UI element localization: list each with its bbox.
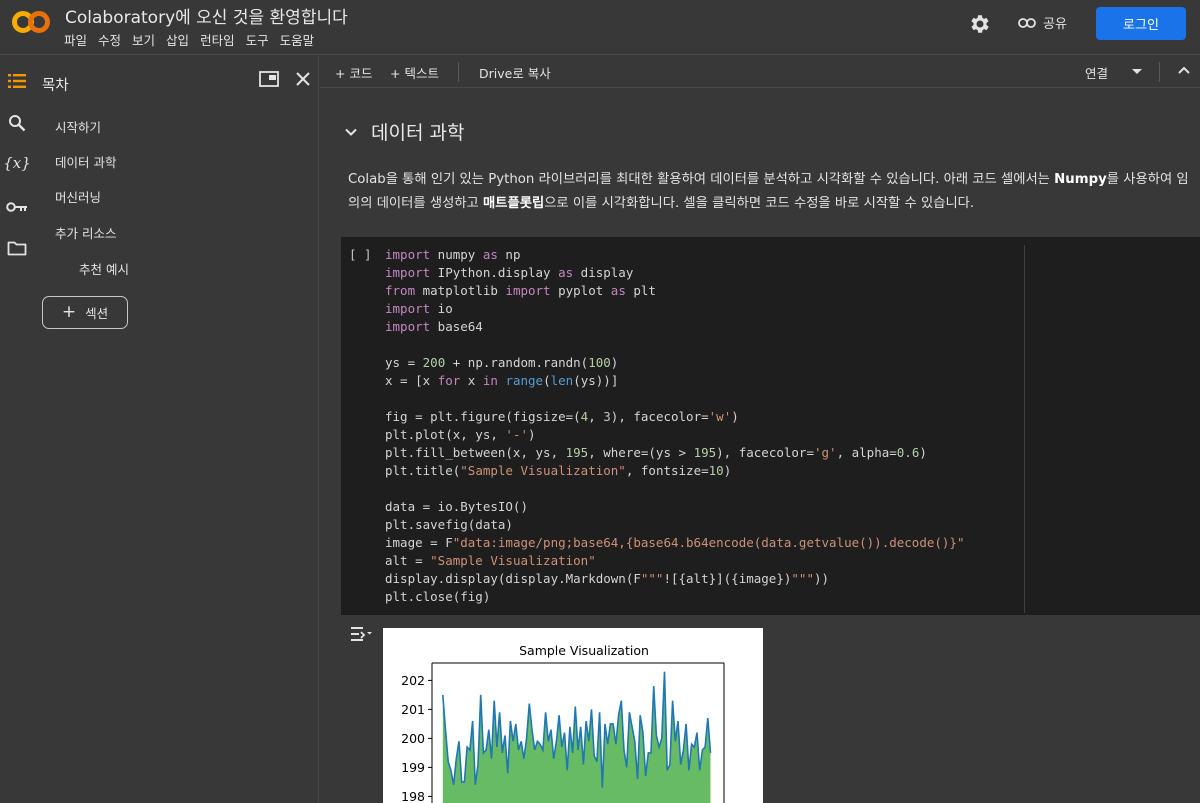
y-tick-label: 202 <box>401 673 425 688</box>
add-text-button[interactable]: + 텍스트 <box>390 63 439 82</box>
code-line: plt.close(fig) <box>385 589 491 604</box>
y-tick-label: 199 <box>401 760 425 775</box>
desc-text-3: 으로 이를 시각화합니다. 셀을 클릭하면 코드 수정을 바로 시작할 수 있습… <box>544 196 975 211</box>
colab-logo[interactable] <box>11 6 51 38</box>
code-line: plt.fill_between(x, ys, 195, where=(ys >… <box>385 445 927 460</box>
toolbar-divider-right <box>1159 62 1160 82</box>
add-section-button[interactable]: + 섹션 <box>42 296 128 329</box>
toolbar-divider <box>458 62 459 82</box>
toc-item-more-resources[interactable]: 추가 리소스 <box>55 223 116 242</box>
link-icon <box>1018 17 1036 28</box>
menu-view[interactable]: 보기 <box>132 30 160 49</box>
notebook-main: 데이터 과학 Colab을 통해 인기 있는 Python 라이브러리를 최대한… <box>320 89 1200 803</box>
code-line: plt.plot(x, ys, '-') <box>385 427 536 442</box>
share-label: 공유 <box>1043 17 1067 32</box>
chevron-down-icon[interactable] <box>1131 68 1143 76</box>
gear-icon[interactable] <box>968 12 992 36</box>
code-line: fig = plt.figure(figsize=(4, 3), facecol… <box>385 409 739 424</box>
left-rail: {x} <box>0 56 35 803</box>
sample-chart: Sample Visualization 202 201 200 199 198 <box>401 643 725 803</box>
toc-item-data-science[interactable]: 데이터 과학 <box>55 152 116 171</box>
code-line: import numpy as np <box>385 247 521 262</box>
code-line: x = [x for x in range(len(ys))] <box>385 373 619 388</box>
toc-icon[interactable] <box>6 70 28 92</box>
menu-bar: 파일 수정 보기 삽입 런타임 도구 도움말 <box>64 30 325 49</box>
code-line: alt = "Sample Visualization" <box>385 553 596 568</box>
top-bar: Colaboratory에 오신 것을 환영합니다 파일 수정 보기 삽입 런타… <box>0 0 1200 55</box>
menu-file[interactable]: 파일 <box>64 30 92 49</box>
code-line: import base64 <box>385 319 483 334</box>
code-line: ys = 200 + np.random.randn(100) <box>385 355 619 370</box>
search-icon[interactable] <box>6 112 28 134</box>
section-heading-text: 데이터 과학 <box>371 122 465 144</box>
variables-icon[interactable]: {x} <box>3 152 31 174</box>
notebook-title[interactable]: Colaboratory에 오신 것을 환영합니다 <box>65 3 348 28</box>
add-code-button[interactable]: + 코드 <box>335 63 372 82</box>
run-cell-button[interactable]: [ ] <box>349 247 372 262</box>
collapse-up-icon[interactable] <box>1178 66 1190 75</box>
chart-title: Sample Visualization <box>519 643 649 658</box>
key-icon[interactable] <box>6 196 28 218</box>
share-button[interactable]: 공유 <box>1018 13 1067 32</box>
toc-item-getting-started[interactable]: 시작하기 <box>55 117 101 136</box>
y-tick-label: 198 <box>401 789 425 803</box>
toc-item-featured-examples[interactable]: 추천 예시 <box>79 259 129 278</box>
menu-help[interactable]: 도움말 <box>280 30 320 49</box>
desc-bold-numpy: Numpy <box>1054 172 1107 187</box>
y-tick-label: 200 <box>401 731 425 746</box>
login-button[interactable]: 로그인 <box>1096 7 1186 40</box>
output-image: Sample Visualization 202 201 200 199 198 <box>383 628 763 803</box>
menu-edit[interactable]: 수정 <box>98 30 126 49</box>
toc-item-machine-learning[interactable]: 머신러닝 <box>55 187 101 206</box>
code-editor[interactable]: import numpy as np import IPython.display… <box>385 246 964 606</box>
open-in-tab-icon[interactable] <box>258 68 280 90</box>
menu-tools[interactable]: 도구 <box>246 30 274 49</box>
y-tick-label: 201 <box>401 702 425 717</box>
desc-text-1: Colab을 통해 인기 있는 Python 라이브러리를 최대한 활용하여 데… <box>348 172 1055 187</box>
toc-panel: 목차 시작하기 데이터 과학 머신러닝 추가 리소스 추천 예시 + 섹션 <box>35 56 319 803</box>
section-heading: 데이터 과학 <box>344 118 464 145</box>
cell-divider <box>1024 245 1025 613</box>
desc-bold-matplotlib: 매트플롯립 <box>483 196 545 211</box>
menu-insert[interactable]: 삽입 <box>166 30 194 49</box>
code-line: import io <box>385 301 453 316</box>
connect-button[interactable]: 연결 <box>1085 63 1108 82</box>
notebook-toolbar: + 코드 + 텍스트 Drive로 복사 연결 <box>320 56 1200 88</box>
code-line: data = io.BytesIO() <box>385 499 528 514</box>
output-menu-icon[interactable] <box>349 624 373 644</box>
code-line: plt.title("Sample Visualization", fontsi… <box>385 463 732 478</box>
plus-icon: + <box>61 302 77 322</box>
menu-runtime[interactable]: 런타임 <box>200 30 240 49</box>
code-line: from matplotlib import pyplot as plt <box>385 283 656 298</box>
code-line: plt.savefig(data) <box>385 517 513 532</box>
copy-to-drive-button[interactable]: Drive로 복사 <box>479 63 551 82</box>
toc-title: 목차 <box>42 78 69 94</box>
close-icon[interactable] <box>292 68 314 90</box>
code-cell[interactable]: [ ] import numpy as np import IPython.dis… <box>341 237 1200 615</box>
section-description[interactable]: Colab을 통해 인기 있는 Python 라이브러리를 최대한 활용하여 데… <box>348 168 1194 216</box>
collapse-section-icon[interactable] <box>344 125 358 139</box>
add-section-label: 섹션 <box>85 306 109 321</box>
folder-icon[interactable] <box>6 237 28 259</box>
code-line: display.display(display.Markdown(F"""![{… <box>385 571 830 586</box>
code-line: image = F"data:image/png;base64,{base64.… <box>385 535 965 550</box>
code-line: import IPython.display as display <box>385 265 634 280</box>
